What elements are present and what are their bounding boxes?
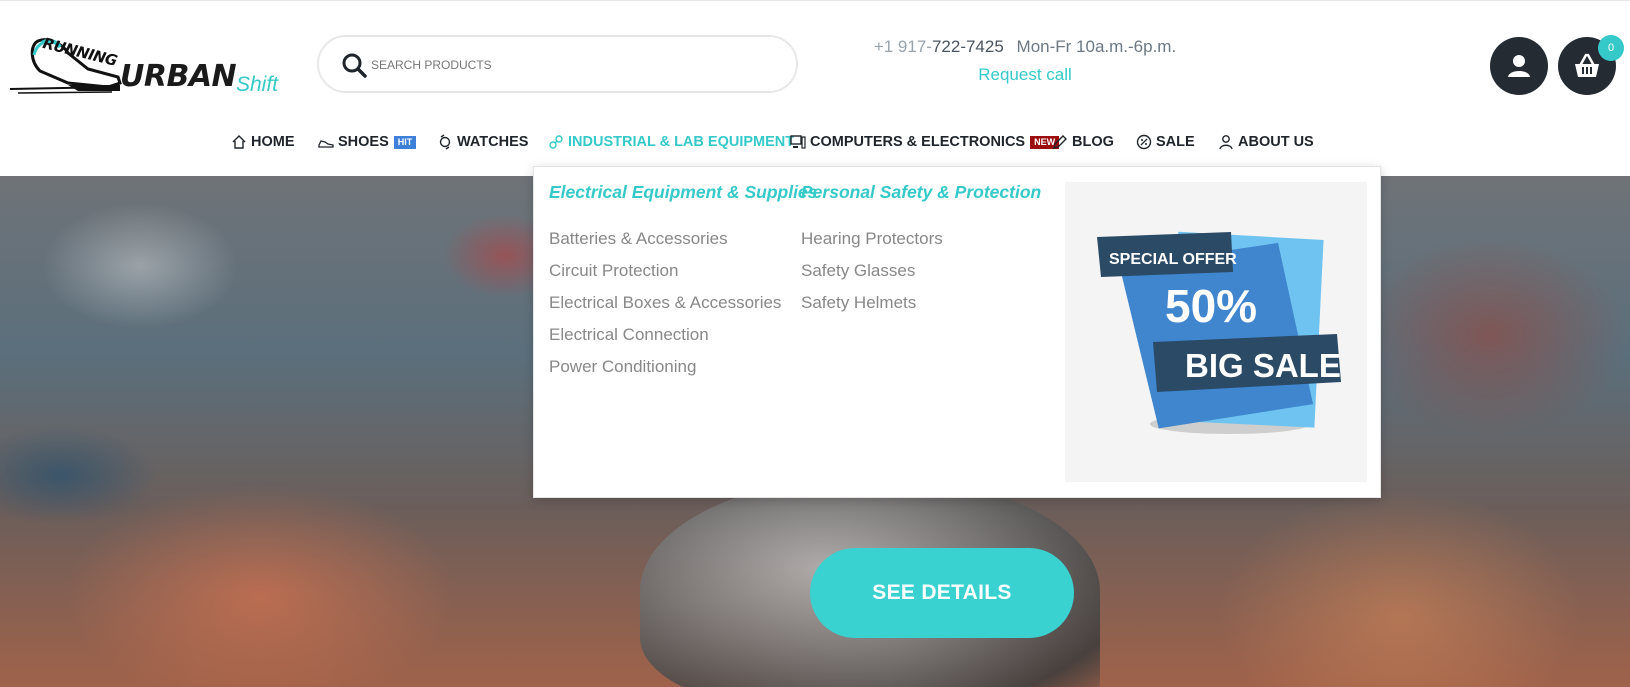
phone-line: +1 917-722-7425 Mon-Fr 10a.m.-6p.m. [850,37,1200,57]
discount-icon [1136,134,1152,150]
contact-info: +1 917-722-7425 Mon-Fr 10a.m.-6p.m. Requ… [850,37,1200,85]
nav-item-sale[interactable]: SALE [1136,129,1195,155]
promo-percent-text: 50% [1165,280,1257,332]
nav-label: WATCHES [457,134,529,150]
nav-label: HOME [251,134,295,150]
hit-badge: HIT [393,135,417,149]
mega-link-batteries[interactable]: Batteries & Accessories [549,223,817,255]
cart-count-badge: 0 [1598,35,1624,61]
mega-link-electrical-connection[interactable]: Electrical Connection [549,319,817,351]
nav-label: BLOG [1072,134,1114,150]
nav-item-computers-electronics[interactable]: COMPUTERS & ELECTRONICS NEW [790,129,1060,155]
mega-heading-electrical-equipment[interactable]: Electrical Equipment & Supplies [549,182,817,203]
basket-icon [1575,53,1599,77]
computer-icon [790,135,806,149]
mega-link-power-conditioning[interactable]: Power Conditioning [549,351,817,383]
promo-special-offer-text: SPECIAL OFFER [1109,251,1237,268]
mega-link-electrical-boxes[interactable]: Electrical Boxes & Accessories [549,287,817,319]
phone-number[interactable]: 722-7425 [932,37,1004,56]
nav-item-blog[interactable]: BLOG [1052,129,1114,155]
request-call-link[interactable]: Request call [978,65,1072,85]
mega-heading-personal-safety[interactable]: Personal Safety & Protection [801,182,1041,203]
search-input[interactable] [371,51,781,79]
nav-label: INDUSTRIAL & LAB EQUIPMENT [568,134,795,150]
pencil-icon [1053,135,1067,149]
main-nav: HOME SHOES HIT WATCHES INDUSTRIAL & LAB … [0,129,1630,155]
site-header: RUNNING URBAN Shift +1 917-722-7425 Mon-… [0,1,1630,176]
logo-urban-text: URBAN [120,59,237,94]
nav-label: ABOUT US [1238,134,1314,150]
nav-label: SHOES [338,134,389,150]
account-button[interactable] [1490,37,1548,95]
nav-item-shoes[interactable]: SHOES HIT [318,129,417,155]
home-icon [232,135,246,149]
mega-column-safety: Personal Safety & Protection Hearing Pro… [801,182,1041,319]
nav-label: SALE [1156,134,1195,150]
see-details-button[interactable]: SEE DETAILS [810,548,1074,638]
mega-link-safety-glasses[interactable]: Safety Glasses [801,255,1041,287]
mega-link-circuit-protection[interactable]: Circuit Protection [549,255,817,287]
user-icon [1219,135,1233,150]
user-icon [1508,55,1530,77]
nav-item-industrial-lab-equipment[interactable]: INDUSTRIAL & LAB EQUIPMENT [548,129,794,155]
nav-item-about-us[interactable]: ABOUT US [1218,129,1314,155]
nav-item-watches[interactable]: WATCHES [437,129,528,155]
special-offer-graphic: SPECIAL OFFER 50% BIG SALE [1097,231,1341,434]
mega-link-hearing-protectors[interactable]: Hearing Protectors [801,223,1041,255]
promo-banner[interactable]: SPECIAL OFFER 50% BIG SALE [1065,182,1367,482]
search-icon[interactable] [341,52,367,78]
mega-menu-dropdown: Electrical Equipment & Supplies Batterie… [533,166,1381,498]
link-icon [549,135,563,149]
search-bar [317,35,798,93]
opening-hours: Mon-Fr 10a.m.-6p.m. [1016,37,1177,56]
nav-label: COMPUTERS & ELECTRONICS [810,134,1026,150]
logo-shift-text: Shift [236,73,279,96]
nav-item-home[interactable]: HOME [231,129,295,155]
shoe-icon [318,140,334,148]
brand-logo[interactable]: RUNNING URBAN Shift [8,31,278,101]
watch-icon [439,134,451,150]
mega-link-safety-helmets[interactable]: Safety Helmets [801,287,1041,319]
promo-big-sale-text: BIG SALE [1185,347,1341,384]
phone-prefix: +1 917- [873,37,932,56]
mega-column-electrical: Electrical Equipment & Supplies Batterie… [549,182,817,383]
